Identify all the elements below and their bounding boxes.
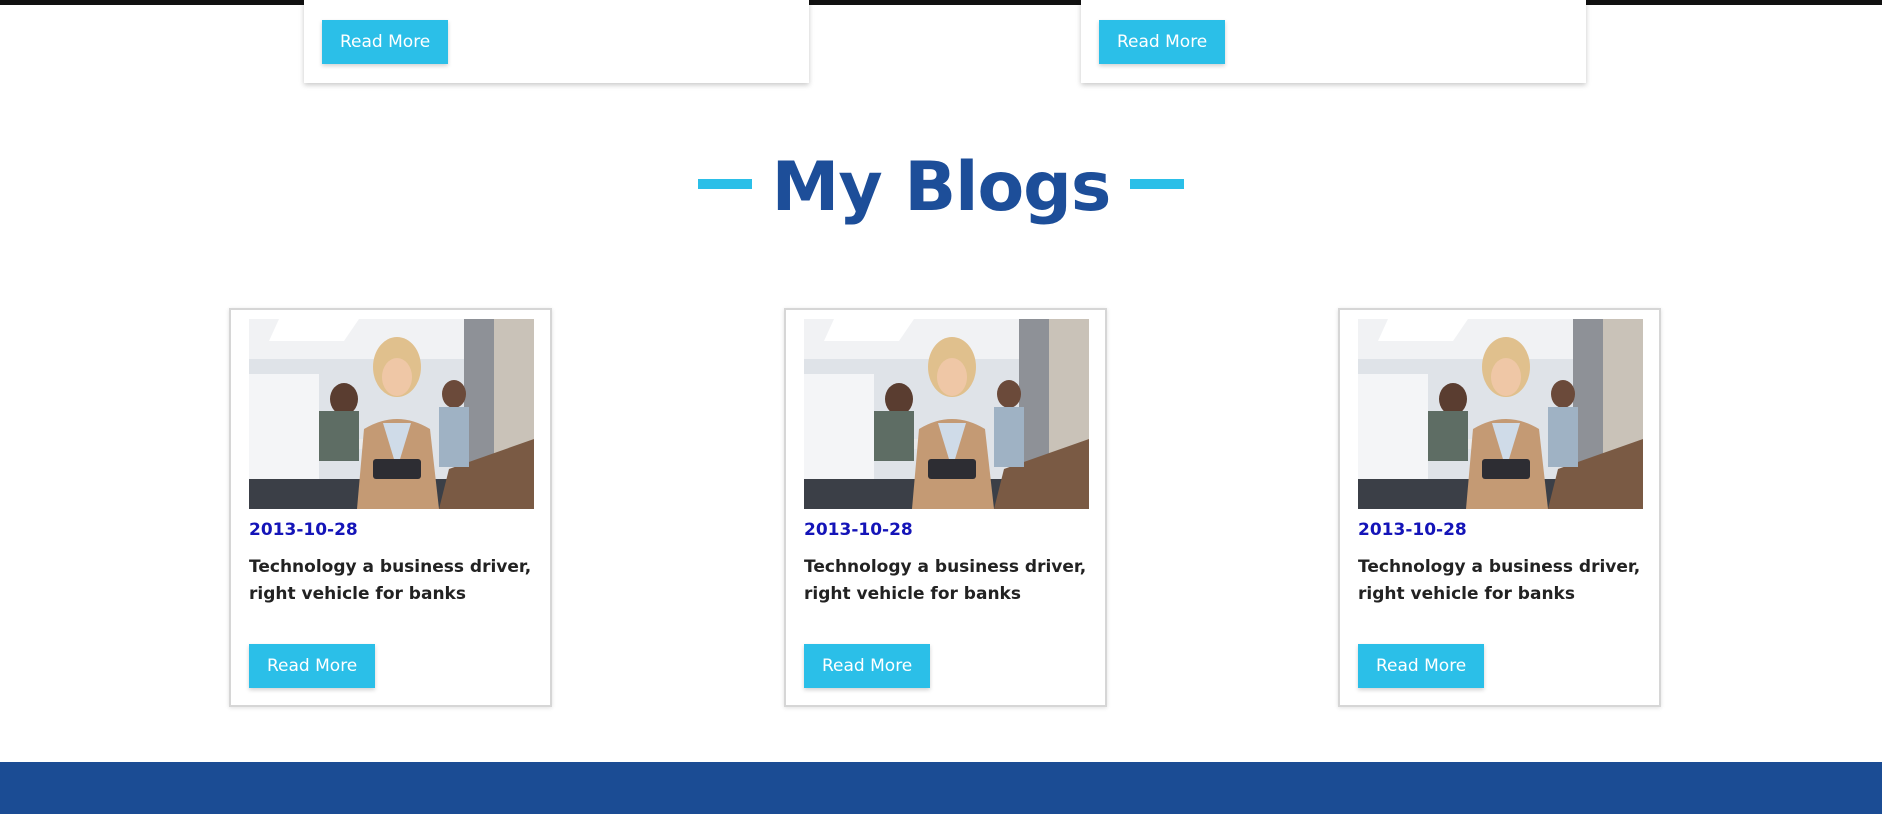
blog-photo[interactable] <box>249 319 534 509</box>
section-title: My Blogs <box>771 148 1112 227</box>
blog-date: 2013-10-28 <box>804 520 913 540</box>
read-more-button[interactable]: Read More <box>804 644 931 688</box>
blog-card: 2013-10-28 Technology a business driver,… <box>229 308 552 707</box>
blog-photo[interactable] <box>1358 319 1643 509</box>
blog-title[interactable]: Technology a business driver, right vehi… <box>1358 554 1648 608</box>
footer <box>0 762 1882 814</box>
blog-title[interactable]: Technology a business driver, right vehi… <box>249 554 539 608</box>
section-heading: My Blogs <box>0 143 1882 233</box>
blog-date: 2013-10-28 <box>1358 520 1467 540</box>
blog-date: 2013-10-28 <box>249 520 358 540</box>
heading-dash-left <box>697 179 752 189</box>
service-card: Read More <box>1081 0 1586 83</box>
blog-title[interactable]: Technology a business driver, right vehi… <box>804 554 1094 608</box>
read-more-button[interactable]: Read More <box>1358 644 1485 688</box>
read-more-button[interactable]: Read More <box>322 20 449 64</box>
blog-card: 2013-10-28 Technology a business driver,… <box>1338 308 1661 707</box>
read-more-button[interactable]: Read More <box>249 644 376 688</box>
service-card: Read More <box>304 0 809 83</box>
top-edge-strip <box>0 0 1882 5</box>
blog-card: 2013-10-28 Technology a business driver,… <box>784 308 1107 707</box>
blog-photo[interactable] <box>804 319 1089 509</box>
read-more-button[interactable]: Read More <box>1099 20 1226 64</box>
heading-dash-right <box>1130 179 1185 189</box>
